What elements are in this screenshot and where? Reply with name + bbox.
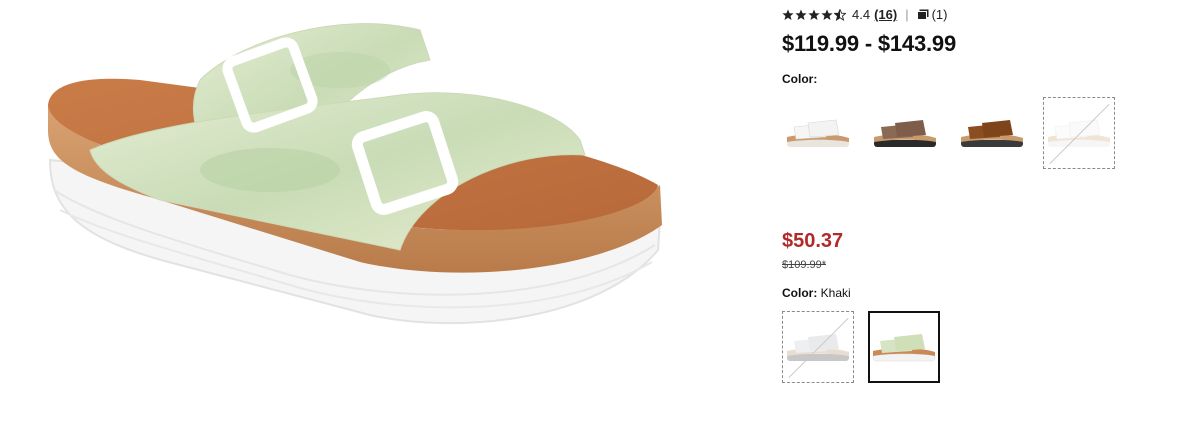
rating-row: 4.4 (16) | (1)	[782, 7, 947, 22]
star-icon	[808, 9, 820, 20]
star-rating	[782, 8, 846, 21]
photo-icon[interactable]	[916, 9, 929, 20]
color-swatch-grey-unavailable[interactable]	[782, 311, 854, 383]
star-icon	[795, 9, 807, 20]
star-icon	[782, 9, 794, 20]
product-hero-image[interactable]	[40, 0, 680, 400]
original-price: $109.99*	[782, 259, 827, 271]
half-star-icon	[834, 8, 846, 21]
color-label: Color:	[782, 286, 818, 300]
selected-color-value: Khaki	[820, 286, 851, 300]
color-swatch-tan-brown[interactable]	[956, 97, 1028, 169]
color-swatch-brown-black-sole[interactable]	[869, 97, 941, 169]
review-count-link[interactable]: (16)	[874, 7, 897, 22]
sale-price: $50.37	[782, 230, 844, 252]
product-info-panel: 4.4 (16) | (1) $119.99 - $143.99 Color:	[782, 0, 1182, 441]
selected-color-label: Color: Khaki	[782, 286, 851, 300]
rating-separator: |	[905, 7, 909, 22]
color-swatch-white-unavailable[interactable]	[1043, 97, 1115, 169]
color-swatch-group	[782, 97, 1115, 169]
color-swatch-khaki[interactable]	[868, 311, 940, 383]
color-swatch-white[interactable]	[782, 97, 854, 169]
color-label: Color:	[782, 72, 818, 86]
color-swatch-group	[782, 311, 940, 383]
photo-count-link[interactable]: (1)	[932, 7, 948, 22]
rating-value: 4.4	[852, 7, 871, 22]
price-range: $119.99 - $143.99	[782, 31, 956, 56]
sandal-illustration	[48, 23, 662, 325]
star-icon	[821, 9, 833, 20]
